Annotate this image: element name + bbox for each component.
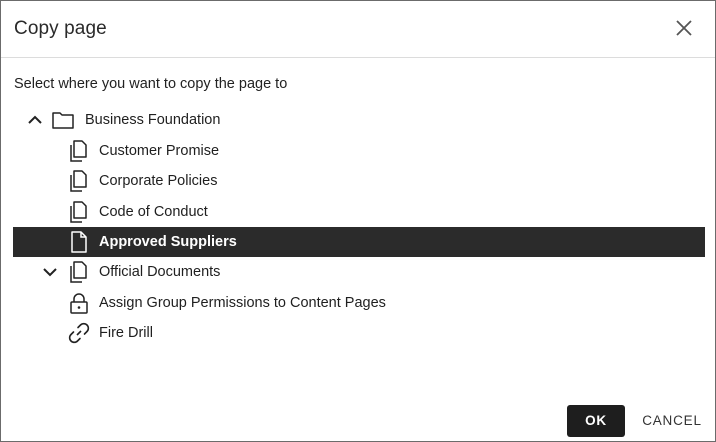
- cancel-button[interactable]: CANCEL: [637, 405, 707, 437]
- pages-icon: [67, 260, 91, 284]
- lock-icon: [67, 291, 91, 315]
- tree-item-label: Customer Promise: [99, 143, 220, 159]
- link-icon: [67, 321, 91, 345]
- chevron-down-icon[interactable]: [40, 262, 60, 282]
- tree-item-business-foundation[interactable]: Business Foundation: [13, 105, 705, 135]
- dialog-title: Copy page: [14, 18, 107, 39]
- tree-item-official-documents[interactable]: Official Documents: [13, 257, 705, 287]
- pages-icon: [67, 169, 91, 193]
- dialog-header: Copy page: [1, 1, 715, 58]
- tree-item-label: Assign Group Permissions to Content Page…: [99, 295, 386, 311]
- tree-item-approved-suppliers[interactable]: Approved Suppliers: [13, 227, 705, 257]
- close-icon[interactable]: [673, 17, 695, 39]
- copy-page-dialog: Copy page Select where you want to copy …: [0, 0, 716, 442]
- tree-item-label: Approved Suppliers: [99, 234, 237, 250]
- instruction-text: Select where you want to copy the page t…: [14, 76, 288, 92]
- ok-button[interactable]: OK: [567, 405, 625, 437]
- page-icon: [67, 230, 91, 254]
- tree-item-customer-promise[interactable]: Customer Promise: [13, 136, 705, 166]
- tree-item-label: Fire Drill: [99, 325, 153, 341]
- tree-item-fire-drill[interactable]: Fire Drill: [13, 318, 705, 348]
- tree-item-label: Official Documents: [99, 264, 221, 280]
- pages-icon: [67, 200, 91, 224]
- tree-item-assign-group-permissions[interactable]: Assign Group Permissions to Content Page…: [13, 288, 705, 318]
- chevron-up-icon[interactable]: [25, 110, 45, 130]
- tree-item-code-of-conduct[interactable]: Code of Conduct: [13, 197, 705, 227]
- tree-item-label: Business Foundation: [85, 112, 221, 128]
- pages-icon: [67, 139, 91, 163]
- tree-item-corporate-policies[interactable]: Corporate Policies: [13, 166, 705, 196]
- tree-item-label: Code of Conduct: [99, 204, 208, 220]
- tree-item-label: Corporate Policies: [99, 173, 218, 189]
- folder-icon: [51, 108, 75, 132]
